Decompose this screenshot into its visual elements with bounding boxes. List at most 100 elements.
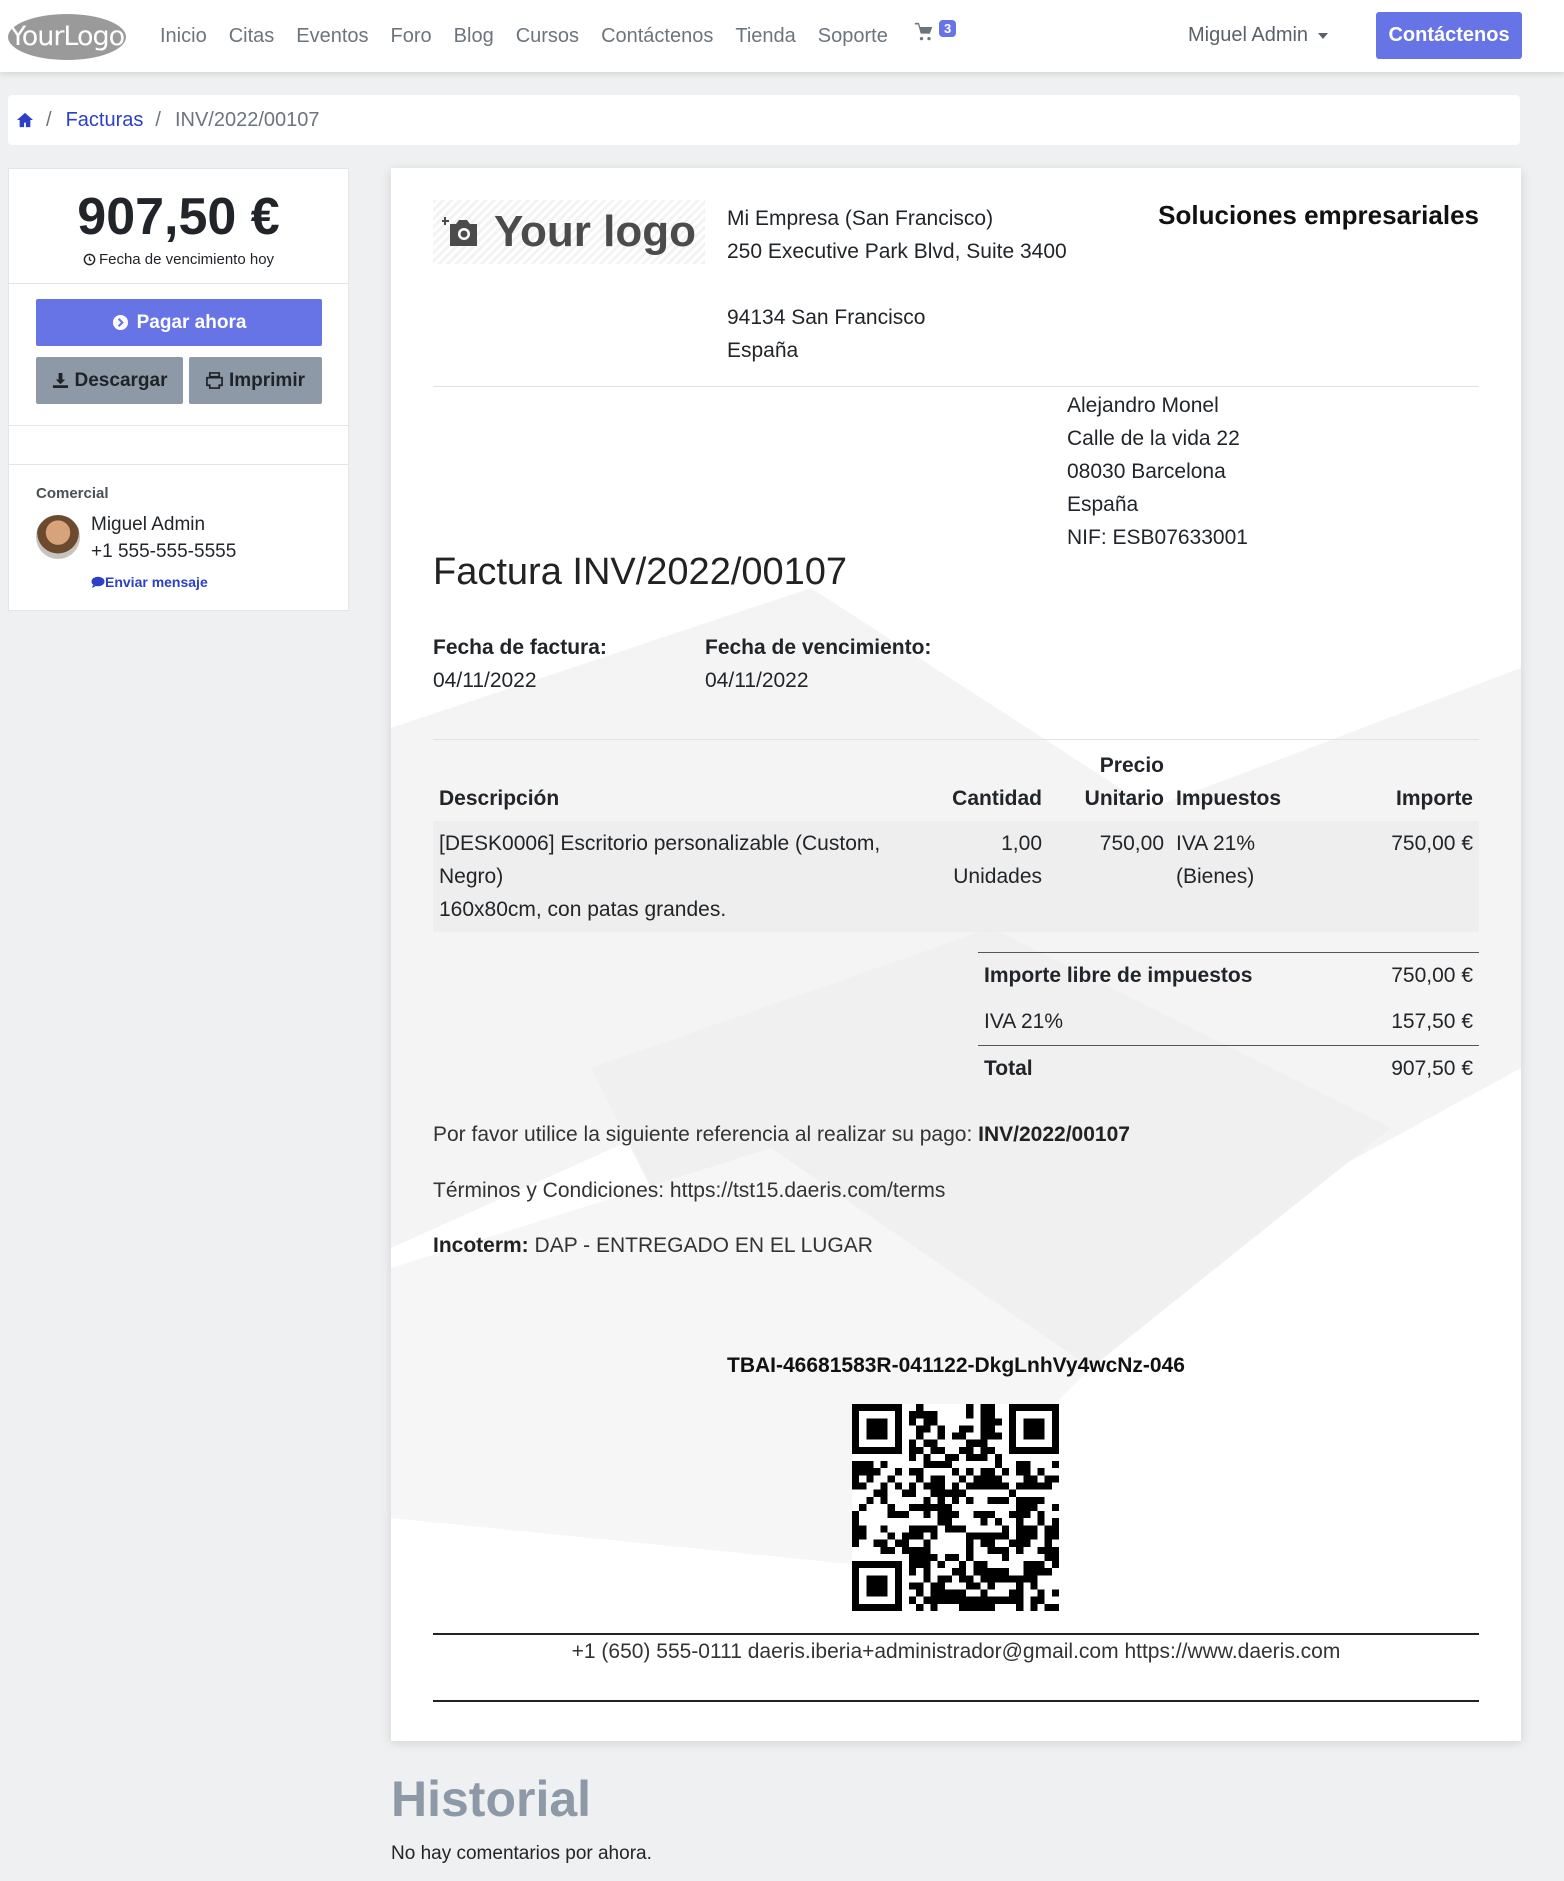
arrow-circle-right-icon — [112, 314, 128, 331]
total-label: Total — [984, 1057, 1033, 1080]
client-name: Alejandro Monel — [1067, 394, 1219, 417]
payment-reference: Por favor utilice la siguiente referenci… — [433, 1123, 1130, 1147]
line-uom: Unidades — [953, 865, 1042, 888]
divider — [9, 283, 348, 284]
history-title: Historial — [391, 1771, 592, 1827]
nav-links: Inicio Citas Eventos Foro Blog Cursos Co… — [160, 0, 910, 72]
print-button[interactable]: Imprimir — [189, 357, 322, 404]
line-description: [DESK0006] Escritorio personalizable (Cu… — [433, 821, 933, 932]
due-date-note: Fecha de vencimiento hoy — [9, 251, 348, 268]
camera-icon — [441, 217, 477, 246]
invoice-title: Factura INV/2022/00107 — [433, 551, 848, 593]
invoice-date-value: 04/11/2022 — [433, 669, 537, 692]
due-date-block: Fecha de vencimiento: 04/11/2022 — [705, 631, 931, 697]
col-amount: Importe — [1395, 787, 1473, 810]
breadcrumb-separator: / — [46, 108, 52, 131]
history-empty: No hay comentarios por ahora. — [391, 1843, 652, 1864]
line-description-2: Negro) — [439, 865, 504, 888]
divider — [433, 386, 1479, 387]
payment-ref-text: Por favor utilice la siguiente referenci… — [433, 1123, 973, 1146]
send-message-link[interactable]: Enviar mensaje — [91, 574, 208, 590]
contact-button[interactable]: Contáctenos — [1376, 12, 1522, 59]
company-tagline: Soluciones empresariales — [1158, 200, 1479, 230]
client-vat: NIF: ESB07633001 — [1067, 526, 1248, 549]
nav-link-cursos[interactable]: Cursos — [516, 25, 579, 48]
user-name: Miguel Admin — [1188, 24, 1309, 46]
pay-now-button[interactable]: Pagar ahora — [36, 299, 322, 346]
line-tax-1: IVA 21% — [1176, 832, 1255, 855]
nav-link-tienda[interactable]: Tienda — [735, 25, 795, 48]
nav-link-soporte[interactable]: Soporte — [818, 25, 888, 48]
company-street: 250 Executive Park Blvd, Suite 3400 — [727, 240, 1067, 263]
cart-link[interactable]: 3 — [914, 20, 957, 48]
line-tax-2: (Bienes) — [1176, 865, 1255, 888]
logo-text: Your logo — [493, 207, 697, 256]
brand-logo[interactable]: YourLogo — [8, 14, 126, 60]
incoterm-value: DAP - ENTREGADO EN EL LUGAR — [534, 1234, 873, 1257]
col-unit-price-line1: Precio — [1099, 754, 1164, 777]
total-row: Total 907,50 € — [978, 1046, 1479, 1092]
line-quantity: 1,00 Unidades — [933, 821, 1048, 932]
nav-link-foro[interactable]: Foro — [391, 25, 432, 48]
divider — [433, 739, 1479, 740]
user-menu-dropdown[interactable]: Miguel Admin — [1188, 24, 1329, 47]
amount-due: 907,50 € — [77, 188, 280, 246]
totals-block: Importe libre de impuestos 750,00 € IVA … — [978, 952, 1479, 1092]
tax-label: IVA 21% — [984, 1010, 1063, 1033]
nav-link-blog[interactable]: Blog — [454, 25, 494, 48]
qr-code — [852, 1404, 1059, 1611]
payment-ref-value: INV/2022/00107 — [978, 1123, 1130, 1146]
total-value: 907,50 € — [1391, 1057, 1473, 1080]
invoice-content: Your logo Mi Empresa (San Francisco) 250… — [433, 168, 1479, 1741]
terms-text: Términos y Condiciones: https://tst15.da… — [433, 1179, 946, 1202]
company-name: Mi Empresa (San Francisco) — [727, 207, 994, 230]
client-street: Calle de la vida 22 — [1067, 427, 1240, 450]
nav-link-citas[interactable]: Citas — [229, 25, 275, 48]
line-quantity-value: 1,00 — [1001, 832, 1042, 855]
company-footer: +1 (650) 555-0111 daeris.iberia+administ… — [571, 1640, 1341, 1663]
nav-link-inicio[interactable]: Inicio — [160, 25, 207, 48]
cart-count-badge: 3 — [939, 20, 957, 37]
line-amount: 750,00 € — [1391, 832, 1473, 855]
company-city: 94134 San Francisco — [727, 306, 926, 329]
invoice-date-label: Fecha de factura: — [433, 636, 607, 659]
client-country: España — [1067, 493, 1139, 516]
comment-icon — [91, 576, 105, 588]
download-button[interactable]: Descargar — [36, 357, 183, 404]
printer-icon — [206, 372, 223, 389]
invoice-sidebar: 907,50 € Fecha de vencimiento hoy Pagar … — [8, 168, 349, 611]
salesperson-avatar — [36, 515, 80, 559]
send-message-label: Enviar mensaje — [105, 574, 208, 590]
due-date-value: 04/11/2022 — [705, 669, 809, 692]
invoice-document: Your logo Mi Empresa (San Francisco) 250… — [391, 168, 1521, 1741]
line-description-3: 160x80cm, con patas grandes. — [439, 898, 727, 921]
breadcrumb-invoices-link[interactable]: Facturas — [66, 109, 144, 132]
invoice-date-block: Fecha de factura: 04/11/2022 — [433, 631, 607, 697]
home-icon[interactable] — [16, 112, 34, 128]
company-address: Mi Empresa (San Francisco) 250 Executive… — [727, 202, 1067, 367]
tax-row: IVA 21% 157,50 € — [978, 999, 1479, 1045]
nav-link-contactenos[interactable]: Contáctenos — [601, 25, 713, 48]
untaxed-value: 750,00 € — [1391, 964, 1473, 987]
client-address: Alejandro Monel Calle de la vida 22 0803… — [1067, 389, 1248, 554]
untaxed-label: Importe libre de impuestos — [984, 964, 1253, 987]
clock-icon — [83, 253, 96, 266]
nav-link-eventos[interactable]: Eventos — [296, 25, 368, 48]
print-label: Imprimir — [228, 369, 306, 391]
line-unit-price: 750,00 — [1099, 832, 1164, 855]
breadcrumb-separator: / — [155, 108, 161, 131]
client-city: 08030 Barcelona — [1067, 460, 1226, 483]
due-date-text: Fecha de vencimiento hoy — [98, 251, 275, 268]
tbai-identifier: TBAI-46681583R-041122-DkgLnhVy4wcNz-046 — [727, 1354, 1185, 1377]
divider — [9, 464, 348, 465]
col-taxes: Impuestos — [1176, 787, 1282, 810]
incoterm-label: Incoterm: — [433, 1234, 529, 1257]
tax-value: 157,50 € — [1391, 1010, 1473, 1033]
table-header-row: Descripción Cantidad Precio Unitario Impu… — [433, 743, 1479, 821]
incoterm: Incoterm: DAP - ENTREGADO EN EL LUGAR — [433, 1234, 873, 1258]
divider — [433, 1700, 1479, 1702]
col-unit-price-line2: Unitario — [1084, 787, 1164, 810]
divider — [433, 1633, 1479, 1635]
breadcrumb-current: INV/2022/00107 — [174, 108, 320, 131]
download-icon — [52, 372, 68, 389]
